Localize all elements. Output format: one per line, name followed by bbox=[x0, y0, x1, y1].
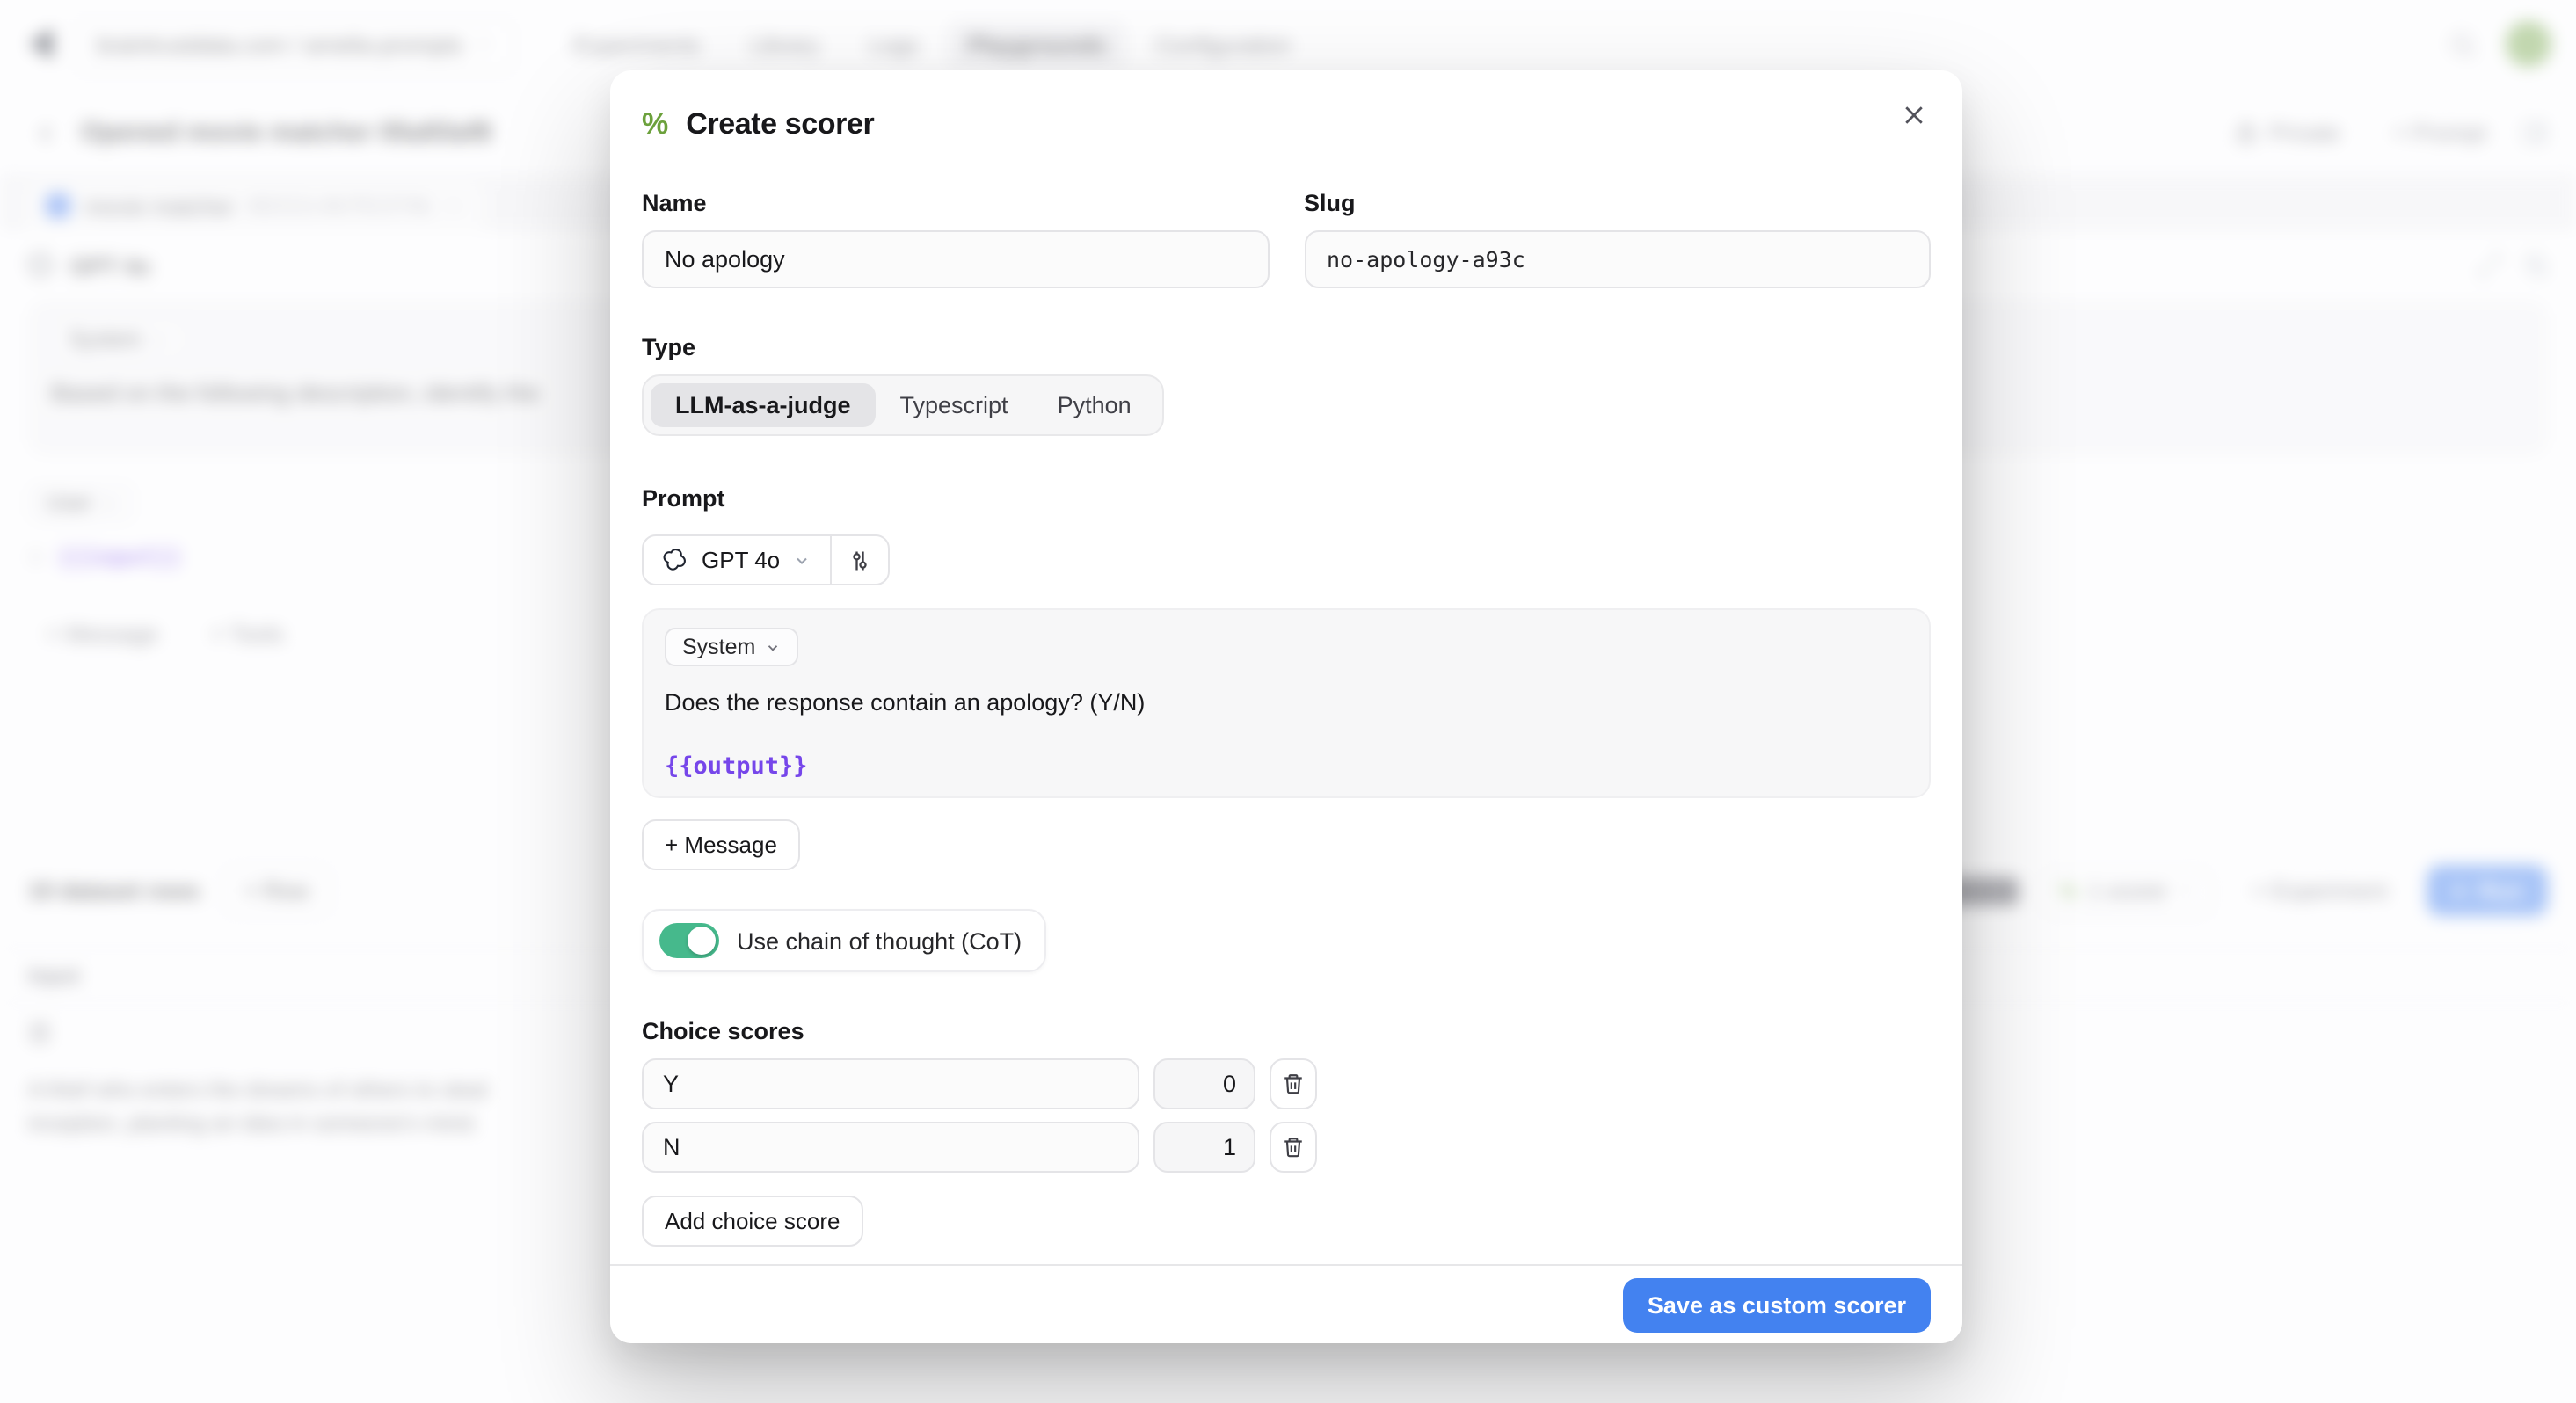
prompt-label: Prompt bbox=[642, 485, 1931, 512]
add-choice-score-button[interactable]: Add choice score bbox=[642, 1196, 862, 1247]
name-input[interactable] bbox=[642, 230, 1269, 288]
sliders-icon bbox=[847, 548, 871, 572]
output-variable[interactable]: {{output}} bbox=[665, 752, 1908, 781]
create-scorer-modal: % Create scorer Name Slug Type L bbox=[610, 70, 1962, 1343]
slug-label: Slug bbox=[1304, 190, 1931, 216]
choice-input[interactable] bbox=[642, 1122, 1139, 1173]
choice-score-row bbox=[642, 1058, 1931, 1109]
close-icon[interactable] bbox=[1894, 95, 1934, 135]
add-message-label: + Message bbox=[665, 832, 777, 858]
judge-role-chip[interactable]: System bbox=[665, 628, 797, 666]
cot-toggle[interactable] bbox=[659, 923, 719, 958]
trash-icon bbox=[1282, 1136, 1305, 1159]
score-input[interactable] bbox=[1153, 1122, 1255, 1173]
add-choice-score-label: Add choice score bbox=[665, 1208, 840, 1234]
choice-score-row bbox=[642, 1122, 1931, 1173]
type-label: Type bbox=[642, 334, 1931, 360]
chevron-down-icon bbox=[764, 639, 780, 655]
model-dropdown[interactable]: GPT 4o bbox=[644, 536, 829, 584]
score-input[interactable] bbox=[1153, 1058, 1255, 1109]
toggle-knob bbox=[688, 927, 716, 955]
model-settings-button[interactable] bbox=[831, 536, 887, 584]
type-option-python[interactable]: Python bbox=[1033, 383, 1156, 427]
trash-icon bbox=[1282, 1072, 1305, 1095]
modal-header: % Create scorer bbox=[610, 70, 1962, 142]
cot-toggle-row: Use chain of thought (CoT) bbox=[642, 909, 1046, 972]
model-select: GPT 4o bbox=[642, 534, 889, 585]
modal-title: Create scorer bbox=[686, 107, 874, 142]
judge-role-label: System bbox=[682, 635, 755, 659]
modal-footer: Save as custom scorer bbox=[610, 1264, 1962, 1343]
choice-input[interactable] bbox=[642, 1058, 1139, 1109]
modal-body: Name Slug Type LLM-as-a-judge Typescript… bbox=[610, 142, 1962, 1264]
choice-scores-section: Choice scores bbox=[642, 1018, 1931, 1247]
judge-prompt-panel: System Does the response contain an apol… bbox=[642, 608, 1931, 798]
delete-choice-button[interactable] bbox=[1270, 1058, 1317, 1109]
type-segmented-control: LLM-as-a-judge Typescript Python bbox=[642, 374, 1165, 436]
type-option-typescript[interactable]: Typescript bbox=[876, 383, 1033, 427]
slug-input[interactable] bbox=[1304, 230, 1931, 288]
judge-prompt-text[interactable]: Does the response contain an apology? (Y… bbox=[665, 689, 1908, 716]
openai-icon bbox=[663, 547, 689, 573]
prompt-section: Prompt GPT 4o bbox=[642, 485, 1931, 870]
screen: braintrustdata.com / amelia-prompts Expe… bbox=[0, 0, 2576, 1403]
name-field-group: Name bbox=[642, 190, 1269, 288]
cot-label: Use chain of thought (CoT) bbox=[737, 927, 1022, 954]
delete-choice-button[interactable] bbox=[1270, 1122, 1317, 1173]
save-custom-scorer-button[interactable]: Save as custom scorer bbox=[1623, 1277, 1931, 1332]
model-name: GPT 4o bbox=[702, 547, 780, 573]
name-label: Name bbox=[642, 190, 1269, 216]
type-section: Type LLM-as-a-judge Typescript Python bbox=[642, 334, 1931, 436]
name-slug-row: Name Slug bbox=[642, 190, 1931, 288]
chevron-down-icon bbox=[792, 551, 810, 569]
add-message-button[interactable]: + Message bbox=[642, 819, 800, 870]
slug-field-group: Slug bbox=[1304, 190, 1931, 288]
scorer-percent-icon: % bbox=[642, 107, 668, 142]
type-option-llm-judge[interactable]: LLM-as-a-judge bbox=[651, 383, 876, 427]
choice-scores-label: Choice scores bbox=[642, 1018, 1931, 1044]
